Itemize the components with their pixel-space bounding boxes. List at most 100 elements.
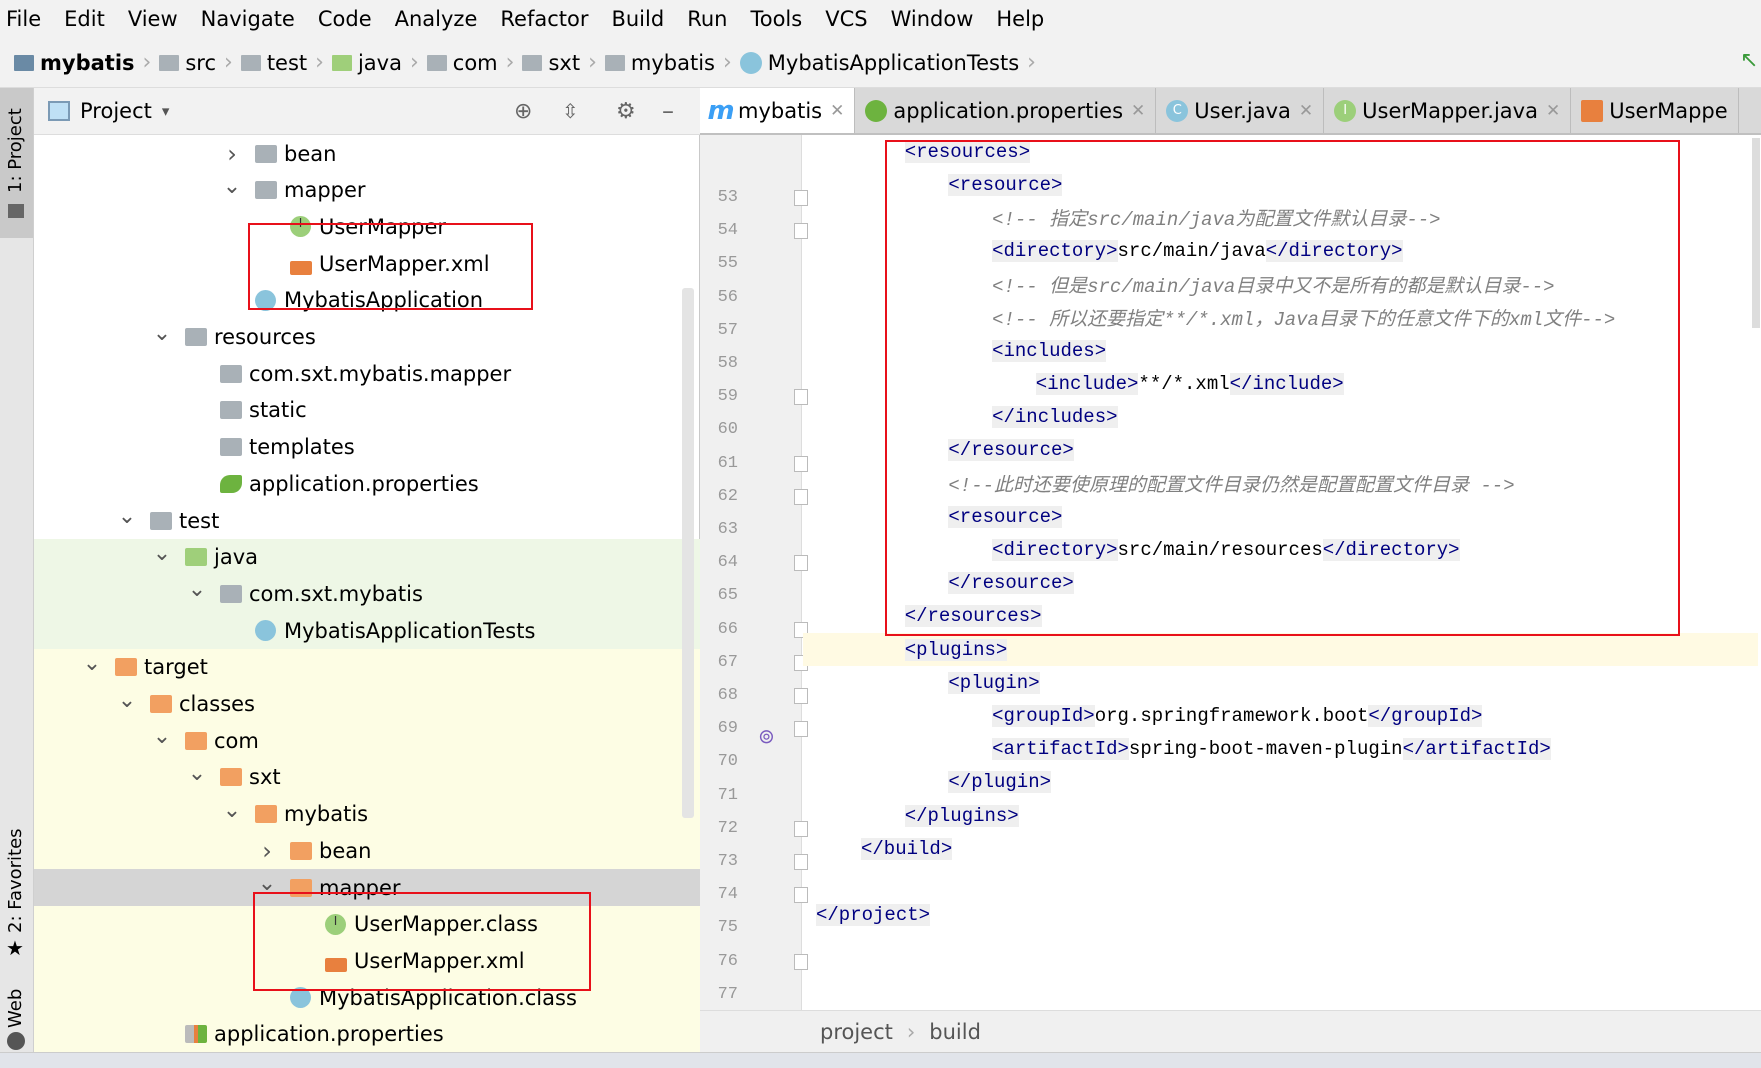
fold-marker-icon[interactable] [794, 190, 808, 206]
menu-analyze[interactable]: Analyze [395, 7, 478, 31]
breadcrumb-item[interactable]: java › [331, 50, 419, 75]
breadcrumb-item[interactable]: test › [240, 50, 324, 75]
tab-usermappe[interactable]: UserMappe [1571, 88, 1739, 133]
editor-breadcrumb-project[interactable]: project [820, 1020, 893, 1044]
breadcrumb-item[interactable]: sxt › [522, 50, 597, 75]
line-number: 60 [717, 420, 738, 440]
menu-tools[interactable]: Tools [750, 7, 802, 31]
menu-code[interactable]: Code [318, 7, 372, 31]
fold-marker-icon[interactable] [794, 488, 808, 505]
tree-item[interactable]: › bean [34, 135, 700, 172]
editor-tabs: m mybatis ✕ application.properties ✕ C User.ja… [700, 88, 1761, 135]
tab-mybatis[interactable]: m mybatis ✕ [700, 88, 856, 133]
fold-marker-icon[interactable] [794, 721, 808, 738]
menu-view[interactable]: View [128, 7, 178, 31]
tree-item[interactable]: I UserMapper [34, 208, 700, 245]
chevron-right-icon[interactable]: › [222, 140, 242, 168]
chevron-down-icon[interactable]: ⌄ [152, 321, 172, 346]
tree-item[interactable]: com.sxt.mybatis.mapper [34, 355, 700, 392]
menu-file[interactable]: File [6, 7, 41, 31]
breadcrumb-item[interactable]: mybatis › [14, 50, 151, 75]
tree-item[interactable]: ⌄ sxt [34, 758, 700, 796]
project-tool-button[interactable]: 1: Project [0, 88, 33, 238]
gear-icon[interactable]: ⚙ [616, 99, 636, 124]
tree-item[interactable]: ⌄ test [34, 502, 700, 539]
tree-item[interactable]: ⌄ classes [34, 685, 700, 723]
tree-item[interactable]: ⌄ resources [34, 319, 700, 356]
chevron-down-icon[interactable]: ⌄ [187, 577, 207, 602]
tree-item[interactable]: ⌄ mapper [34, 869, 700, 906]
implemented-marker-icon[interactable]: ⊚ [758, 724, 775, 748]
code-line: <!-- 指定src/main/java为配置文件默认目录--><!-- 指定s… [992, 201, 1440, 234]
web-tool-button[interactable]: Web [0, 978, 33, 1052]
locate-icon[interactable]: ⊕ [514, 99, 532, 124]
fold-marker-icon[interactable] [794, 455, 808, 472]
tree-item[interactable]: application.properties [34, 465, 700, 502]
fold-marker-icon[interactable] [794, 223, 808, 240]
build-arrow-icon[interactable]: ↖ [1740, 48, 1758, 73]
fold-marker-icon[interactable] [794, 555, 808, 572]
close-icon[interactable]: ✕ [830, 101, 844, 121]
chevron-right-icon[interactable]: › [257, 837, 277, 865]
menu-window[interactable]: Window [891, 7, 974, 31]
tree-item[interactable]: ⌄ mybatis [34, 795, 700, 833]
close-icon[interactable]: ✕ [1131, 101, 1145, 121]
fold-marker-icon[interactable] [794, 688, 808, 704]
tree-item[interactable]: UserMapper.xml [34, 245, 700, 282]
tree-item[interactable]: ⌄ target [34, 648, 700, 686]
fold-marker-icon[interactable] [794, 953, 808, 970]
breadcrumb-item[interactable]: MybatisApplicationTests › [739, 50, 1036, 75]
close-icon[interactable]: ✕ [1299, 101, 1313, 121]
menu-vcs[interactable]: VCS [825, 7, 867, 31]
menu-edit[interactable]: Edit [64, 7, 105, 31]
tab-usermapper-java[interactable]: I UserMapper.java ✕ [1324, 88, 1572, 133]
menu-build[interactable]: Build [611, 7, 664, 31]
fold-marker-icon[interactable] [794, 854, 808, 870]
chevron-down-icon[interactable]: ⌄ [82, 651, 102, 676]
project-view-selector[interactable]: Project [80, 99, 152, 123]
fold-marker-icon[interactable] [794, 389, 808, 406]
menu-navigate[interactable]: Navigate [201, 7, 295, 31]
menu-run[interactable]: Run [687, 7, 727, 31]
tree-item[interactable]: application.properties [34, 1015, 700, 1053]
tab-application-properties[interactable]: application.properties ✕ [855, 88, 1157, 133]
breadcrumb-item[interactable]: src › [159, 50, 233, 75]
tree-item[interactable]: ⌄ com.sxt.mybatis [34, 575, 700, 613]
menu-bar: File Edit View Navigate Code Analyze Refactor B… [0, 0, 1761, 38]
menu-help[interactable]: Help [996, 7, 1044, 31]
tree-item[interactable]: MybatisApplication.class [34, 979, 700, 1017]
breadcrumb-item[interactable]: com › [426, 50, 514, 75]
tree-item[interactable]: static [34, 392, 700, 429]
chevron-down-icon[interactable]: ⌄ [152, 541, 172, 566]
fold-marker-icon[interactable] [794, 887, 808, 904]
tree-item[interactable]: ⌄ com [34, 722, 700, 760]
editor-scrollbar[interactable] [1752, 138, 1760, 328]
chevron-down-icon[interactable]: ⌄ [117, 688, 137, 713]
collapse-all-icon[interactable]: ⇳ [562, 99, 579, 123]
tree-item[interactable]: ⌄ mapper [34, 172, 700, 209]
star-icon: ★ [6, 936, 24, 960]
tree-item[interactable]: ⌄ java [34, 538, 700, 576]
fold-marker-icon[interactable] [794, 820, 808, 837]
chevron-down-icon[interactable]: ⌄ [187, 761, 207, 786]
chevron-down-icon[interactable]: ▾ [162, 102, 170, 120]
tree-item[interactable]: I UserMapper.class [34, 905, 700, 943]
tree-item[interactable]: UserMapper.xml [34, 942, 700, 980]
chevron-down-icon[interactable]: ⌄ [222, 174, 242, 199]
tree-item[interactable]: MybatisApplicationTests [34, 612, 700, 650]
favorites-tool-button[interactable]: 2: Favorites ★ [0, 808, 33, 960]
tree-item[interactable]: › bean [34, 832, 700, 870]
minimize-icon[interactable]: – [662, 97, 674, 125]
chevron-down-icon[interactable]: ⌄ [117, 504, 137, 529]
tree-scrollbar[interactable] [682, 288, 694, 818]
close-icon[interactable]: ✕ [1546, 101, 1560, 121]
chevron-down-icon[interactable]: ⌄ [222, 798, 242, 823]
tab-user-java[interactable]: C User.java ✕ [1156, 88, 1325, 133]
breadcrumb-item[interactable]: mybatis › [604, 50, 732, 75]
editor-breadcrumb-build[interactable]: build [929, 1020, 981, 1044]
chevron-down-icon[interactable]: ⌄ [257, 871, 277, 896]
tree-item[interactable]: MybatisApplication [34, 282, 700, 319]
tree-item[interactable]: templates [34, 429, 700, 466]
chevron-down-icon[interactable]: ⌄ [152, 724, 172, 749]
menu-refactor[interactable]: Refactor [500, 7, 588, 31]
